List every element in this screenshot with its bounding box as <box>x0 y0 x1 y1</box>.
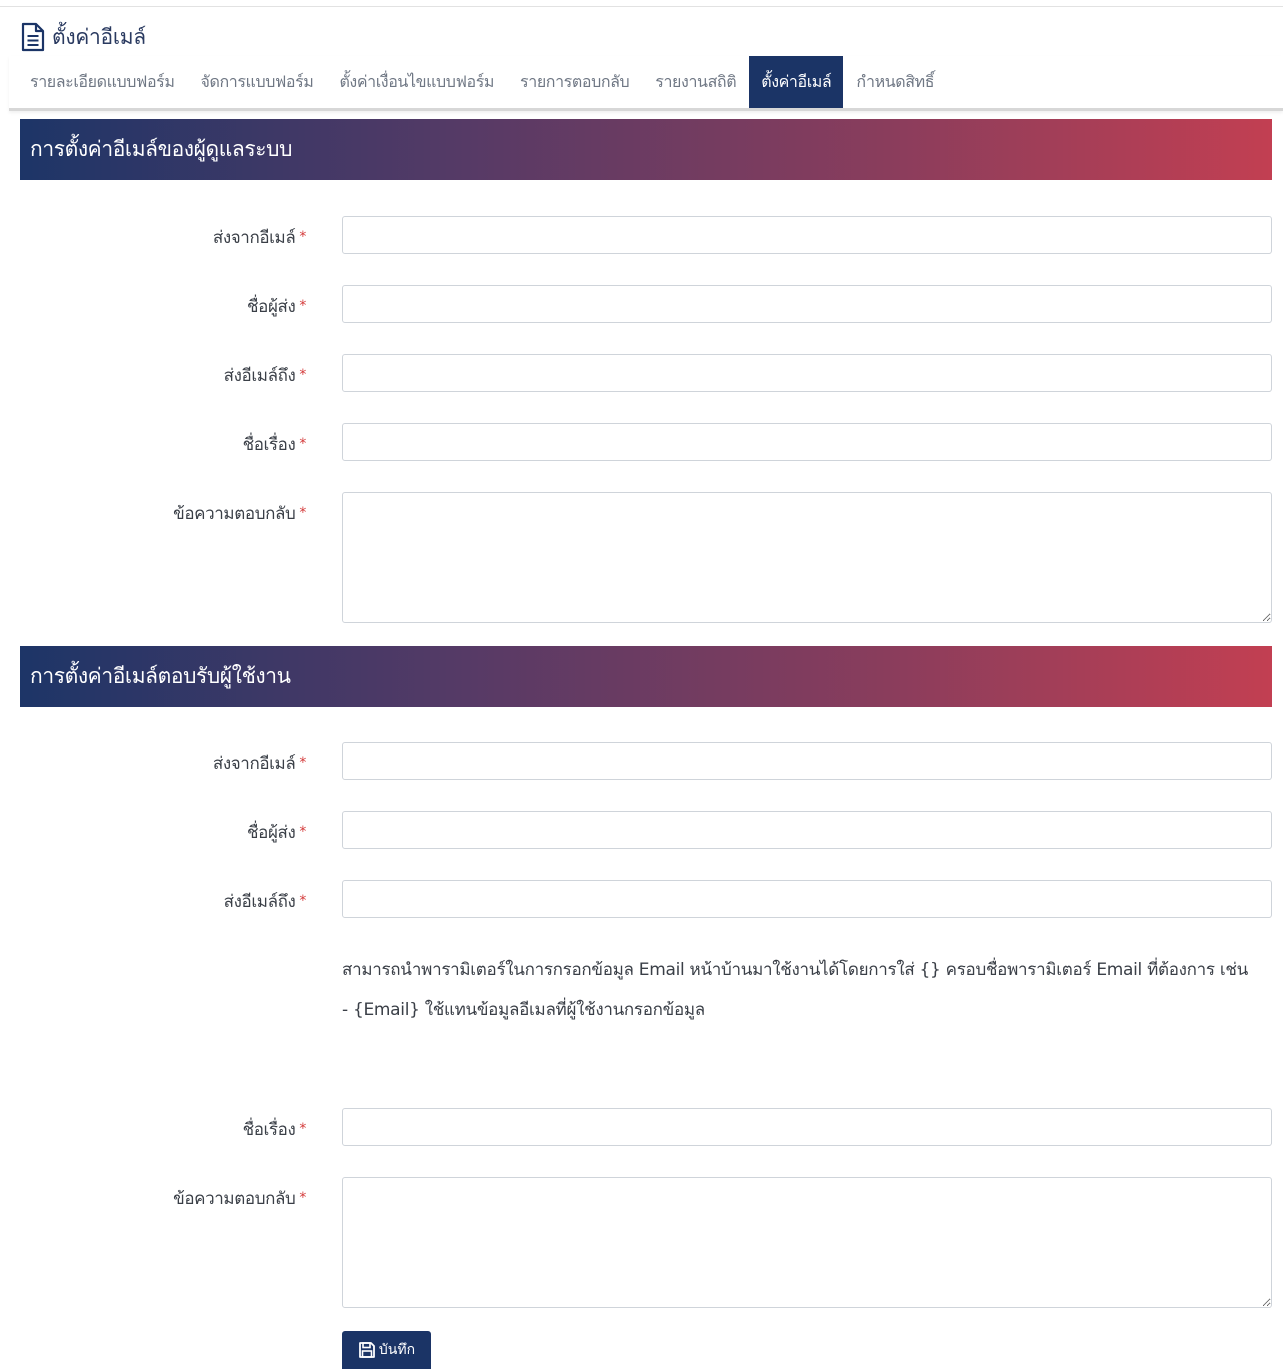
required-marker: * <box>299 1121 306 1137</box>
tab-form-details[interactable]: รายละเอียดแบบฟอร์ม <box>9 56 188 108</box>
user-reply-message-textarea[interactable] <box>342 1177 1272 1308</box>
help-line-1: สามารถนำพารามิเตอร์ในการกรอกข้อมูล Email… <box>342 960 1248 980</box>
user-reply-message-label: ข้อความตอบกลับ * <box>173 1189 306 1209</box>
user-to-email-label: ส่งอีเมล์ถึง * <box>223 892 307 912</box>
parameter-help-text: สามารถนำพารามิเตอร์ในการกรอกข้อมูล Email… <box>342 950 1252 1030</box>
required-marker: * <box>299 229 306 245</box>
tab-email-settings[interactable]: ตั้งค่าอีเมล์ <box>749 56 844 108</box>
user-section-title: การตั้งค่าอีเมล์ตอบรับผู้ใช้งาน <box>30 664 291 688</box>
user-from-email-input[interactable] <box>342 742 1272 780</box>
admin-section-header: การตั้งค่าอีเมล์ของผู้ดูแลระบบ <box>20 119 1272 180</box>
admin-subject-input[interactable] <box>342 423 1272 461</box>
required-marker: * <box>299 298 306 314</box>
tab-bar: รายละเอียดแบบฟอร์ม จัดการแบบฟอร์ม ตั้งค่… <box>9 56 1283 111</box>
admin-to-email-label: ส่งอีเมล์ถึง * <box>223 366 307 386</box>
tab-permissions[interactable]: กำหนดสิทธิ์ <box>843 56 947 108</box>
page-title: ตั้งค่าอีเมล์ <box>52 24 146 49</box>
admin-from-email-input[interactable] <box>342 216 1272 254</box>
user-section-header: การตั้งค่าอีเมล์ตอบรับผู้ใช้งาน <box>20 646 1272 707</box>
save-button[interactable]: บันทึก <box>342 1331 431 1369</box>
user-subject-label: ชื่อเรื่อง * <box>242 1120 307 1140</box>
user-subject-input[interactable] <box>342 1108 1272 1146</box>
save-button-label: บันทึก <box>378 1342 416 1358</box>
admin-sender-name-label: ชื่อผู้ส่ง * <box>247 297 306 317</box>
admin-reply-message-label: ข้อความตอบกลับ * <box>173 504 306 524</box>
admin-subject-label: ชื่อเรื่อง * <box>242 435 307 455</box>
user-from-email-label: ส่งจากอีเมล์ * <box>212 754 307 774</box>
admin-from-email-label: ส่งจากอีเมล์ * <box>212 228 307 248</box>
admin-section-title: การตั้งค่าอีเมล์ของผู้ดูแลระบบ <box>30 137 293 161</box>
user-to-email-input[interactable] <box>342 880 1272 918</box>
tab-statistics[interactable]: รายงานสถิติ <box>642 56 749 108</box>
required-marker: * <box>299 1190 306 1206</box>
help-line-2: - {Email} ใช้แทนข้อมูลอีเมลที่ผู้ใช้งานก… <box>342 1000 705 1020</box>
required-marker: * <box>299 505 306 521</box>
tab-manage-form[interactable]: จัดการแบบฟอร์ม <box>188 56 327 108</box>
top-divider <box>0 6 1283 7</box>
admin-to-email-input[interactable] <box>342 354 1272 392</box>
user-sender-name-label: ชื่อผู้ส่ง * <box>247 823 306 843</box>
tab-form-conditions[interactable]: ตั้งค่าเงื่อนไขแบบฟอร์ม <box>326 56 507 108</box>
admin-reply-message-textarea[interactable] <box>342 492 1272 623</box>
user-sender-name-input[interactable] <box>342 811 1272 849</box>
document-icon <box>21 22 45 52</box>
required-marker: * <box>299 367 306 383</box>
required-marker: * <box>299 824 306 840</box>
tab-responses[interactable]: รายการตอบกลับ <box>507 56 642 108</box>
floppy-disk-icon <box>359 1342 375 1358</box>
required-marker: * <box>299 893 306 909</box>
required-marker: * <box>299 436 306 452</box>
admin-sender-name-input[interactable] <box>342 285 1272 323</box>
page-header: ตั้งค่าอีเมล์ <box>20 20 146 54</box>
required-marker: * <box>299 755 306 771</box>
